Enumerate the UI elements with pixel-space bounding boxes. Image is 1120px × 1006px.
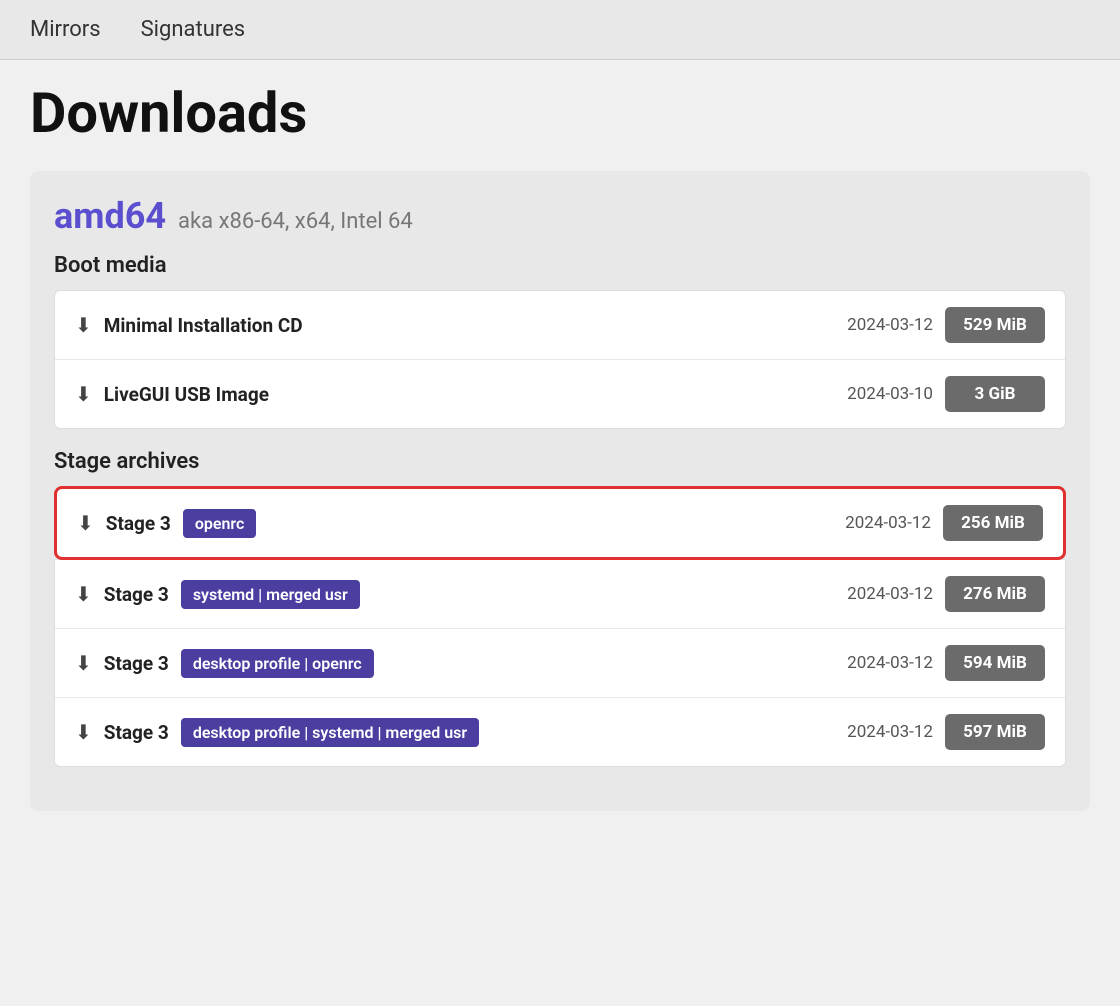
top-nav: Mirrors Signatures <box>0 0 1120 60</box>
download-icon-livegui: ⬇ <box>75 382 92 406</box>
arch-section-amd64: amd64 aka x86-64, x64, Intel 64 Boot med… <box>30 171 1090 811</box>
stage-item-systemd[interactable]: ⬇ Stage 3 systemd | merged usr 2024-03-1… <box>55 560 1065 629</box>
size-badge-livegui: 3 GiB <box>945 376 1045 412</box>
download-date-stage3-openrc: 2024-03-12 <box>821 513 931 533</box>
download-icon-stage3-openrc: ⬇ <box>77 511 94 535</box>
page-content: Downloads amd64 aka x86-64, x64, Intel 6… <box>0 60 1120 871</box>
stage-item-desktop-systemd[interactable]: ⬇ Stage 3 desktop profile | systemd | me… <box>55 698 1065 766</box>
size-badge-stage3-desktop-openrc: 594 MiB <box>945 645 1045 681</box>
tag-label-openrc: openrc <box>183 509 809 538</box>
tag-label-systemd: systemd | merged usr <box>181 580 811 609</box>
stage-item-desktop-openrc[interactable]: ⬇ Stage 3 desktop profile | openrc 2024-… <box>55 629 1065 698</box>
tag-label-desktop-systemd: desktop profile | systemd | merged usr <box>181 718 811 747</box>
tag-desktop-systemd: desktop profile | systemd | merged usr <box>181 718 479 747</box>
page-title: Downloads <box>30 80 1090 147</box>
download-name-stage3-desktop-openrc: Stage 3 <box>104 652 169 675</box>
download-date-minimal-cd: 2024-03-12 <box>823 315 933 335</box>
size-badge-stage3-systemd: 276 MiB <box>945 576 1045 612</box>
arch-aka: aka x86-64, x64, Intel 64 <box>178 209 413 234</box>
download-icon-minimal-cd: ⬇ <box>75 313 92 337</box>
download-date-livegui: 2024-03-10 <box>823 384 933 404</box>
stage-archives-section: Stage archives ⬇ Stage 3 openrc 2024-03-… <box>54 449 1066 767</box>
download-icon-stage3-systemd: ⬇ <box>75 582 92 606</box>
size-badge-stage3-openrc: 256 MiB <box>943 505 1043 541</box>
tag-systemd: systemd | merged usr <box>181 580 360 609</box>
mirrors-link[interactable]: Mirrors <box>20 17 111 42</box>
download-icon-stage3-desktop-systemd: ⬇ <box>75 720 92 744</box>
arch-header: amd64 aka x86-64, x64, Intel 64 <box>54 195 1066 237</box>
download-item-livegui[interactable]: ⬇ LiveGUI USB Image 2024-03-10 3 GiB <box>55 360 1065 428</box>
boot-media-label: Boot media <box>54 253 1066 278</box>
boot-media-list: ⬇ Minimal Installation CD 2024-03-12 529… <box>54 290 1066 429</box>
download-item-minimal-cd[interactable]: ⬇ Minimal Installation CD 2024-03-12 529… <box>55 291 1065 360</box>
arch-name[interactable]: amd64 <box>54 195 166 237</box>
stage-item-openrc[interactable]: ⬇ Stage 3 openrc 2024-03-12 256 MiB <box>54 486 1066 560</box>
download-date-stage3-systemd: 2024-03-12 <box>823 584 933 604</box>
download-name-stage3-systemd: Stage 3 <box>104 583 169 606</box>
download-name-minimal-cd: Minimal Installation CD <box>104 314 303 337</box>
download-icon-stage3-desktop-openrc: ⬇ <box>75 651 92 675</box>
download-name-stage3-openrc: Stage 3 <box>106 512 171 535</box>
size-badge-minimal-cd: 529 MiB <box>945 307 1045 343</box>
stage-archives-label: Stage archives <box>54 449 1066 474</box>
signatures-link[interactable]: Signatures <box>131 17 255 42</box>
download-name-livegui: LiveGUI USB Image <box>104 383 269 406</box>
tag-openrc: openrc <box>183 509 257 538</box>
tag-label-desktop-openrc: desktop profile | openrc <box>181 649 811 678</box>
size-badge-stage3-desktop-systemd: 597 MiB <box>945 714 1045 750</box>
download-name-stage3-desktop-systemd: Stage 3 <box>104 721 169 744</box>
stage-items-container: ⬇ Stage 3 openrc 2024-03-12 256 MiB ⬇ St… <box>54 486 1066 767</box>
tag-desktop-openrc: desktop profile | openrc <box>181 649 374 678</box>
download-date-stage3-desktop-openrc: 2024-03-12 <box>823 653 933 673</box>
stage-normal-list: ⬇ Stage 3 systemd | merged usr 2024-03-1… <box>54 560 1066 767</box>
download-date-stage3-desktop-systemd: 2024-03-12 <box>823 722 933 742</box>
